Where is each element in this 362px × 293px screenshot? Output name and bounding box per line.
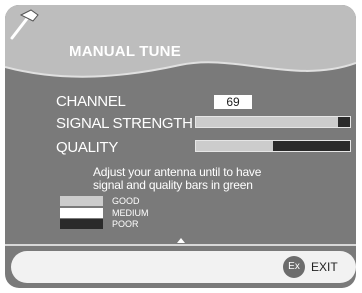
channel-value[interactable]: 69 [214, 95, 252, 109]
channel-label: CHANNEL [56, 93, 126, 110]
instructions-line-2: signal and quality bars in green [93, 178, 253, 192]
signal-strength-bar [195, 116, 351, 128]
legend-label-medium: MEDIUM [112, 208, 149, 218]
signal-strength-label: SIGNAL STRENGTH [56, 115, 193, 132]
wrench-icon [10, 9, 39, 40]
scroll-up-arrow-icon[interactable] [177, 238, 185, 243]
legend-swatch-good [60, 196, 103, 206]
page-title: MANUAL TUNE [69, 43, 181, 60]
divider [5, 244, 356, 246]
legend-label-poor: POOR [112, 219, 139, 229]
legend-label-good: GOOD [112, 196, 140, 206]
signal-strength-fill [196, 117, 338, 127]
exit-key-icon: Ex [283, 256, 305, 278]
quality-label: QUALITY [56, 139, 119, 156]
manual-tune-panel: MANUAL TUNE CHANNEL 69 SIGNAL STRENGTH Q… [5, 5, 356, 288]
legend-swatch-poor [60, 219, 103, 229]
quality-fill [196, 141, 273, 151]
legend-swatch-medium [60, 208, 103, 218]
header: MANUAL TUNE [5, 5, 356, 85]
quality-bar [195, 140, 351, 152]
instructions: Adjust your antenna until to have signal… [93, 166, 293, 192]
footer-bar: Ex EXIT [11, 251, 356, 283]
exit-button[interactable]: Ex EXIT [283, 256, 338, 278]
exit-label: EXIT [311, 260, 338, 274]
